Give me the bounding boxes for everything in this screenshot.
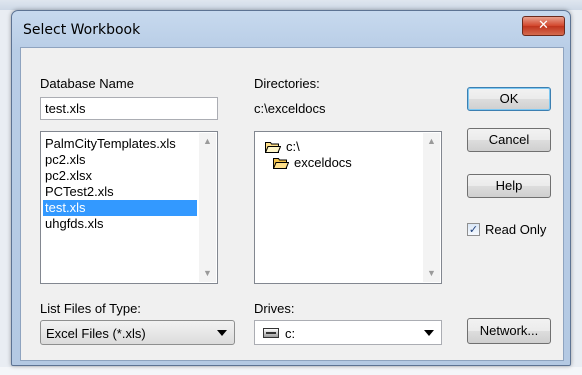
scroll-up-arrow-icon[interactable]: ▲ [199, 133, 216, 150]
open-folder-icon [273, 158, 289, 169]
database-name-input[interactable]: test.xls [40, 97, 218, 120]
network-button[interactable]: Network... [467, 318, 551, 344]
current-directory-path: c:\exceldocs [254, 101, 326, 116]
title-bar[interactable]: Select Workbook ✕ [12, 11, 570, 47]
chevron-down-icon [424, 330, 434, 336]
file-type-dropdown[interactable]: Excel Files (*.xls) [40, 320, 235, 345]
file-type-label: List Files of Type: [40, 301, 141, 316]
directory-tree[interactable]: c:\ exceldocs ▲ ▼ [254, 131, 442, 284]
close-button[interactable]: ✕ [522, 16, 565, 36]
directory-item-label: c:\ [286, 139, 300, 154]
close-icon: ✕ [538, 18, 549, 33]
file-list-items: PalmCityTemplates.xls pc2.xls pc2.xlsx PCTe… [43, 136, 197, 232]
file-type-value: Excel Files (*.xls) [46, 326, 146, 341]
open-folder-icon [265, 142, 281, 153]
file-list[interactable]: PalmCityTemplates.xls pc2.xls pc2.xlsx PCTe… [40, 131, 218, 284]
help-button[interactable]: Help [467, 174, 551, 198]
file-list-item[interactable]: pc2.xlsx [43, 168, 197, 184]
cancel-button[interactable]: Cancel [467, 128, 551, 152]
drives-label: Drives: [254, 301, 295, 316]
file-list-scrollbar[interactable]: ▲ ▼ [199, 133, 216, 282]
directories-label: Directories: [254, 76, 320, 91]
read-only-label: Read Only [485, 222, 547, 237]
ok-button[interactable]: OK [467, 87, 551, 111]
file-list-item[interactable]: uhgfds.xls [43, 216, 197, 232]
file-list-item[interactable]: test.xls [43, 200, 197, 216]
database-name-value: test.xls [45, 101, 86, 116]
scroll-up-arrow-icon[interactable]: ▲ [423, 133, 440, 150]
file-list-item[interactable]: pc2.xls [43, 152, 197, 168]
drive-icon [263, 328, 279, 338]
file-list-item[interactable]: PCTest2.xls [43, 184, 197, 200]
drives-dropdown[interactable]: c: [254, 320, 442, 345]
background-app-strip [0, 0, 582, 10]
read-only-checkbox[interactable]: ✓ Read Only [467, 222, 563, 238]
dialog-client-area: Database Name test.xls PalmCityTemplates… [20, 47, 564, 361]
scroll-down-arrow-icon[interactable]: ▼ [199, 265, 216, 282]
dialog-title: Select Workbook [23, 22, 141, 38]
database-name-label: Database Name [40, 76, 134, 91]
background-app-strip-bottom [0, 367, 582, 375]
directory-tree-scrollbar[interactable]: ▲ ▼ [423, 133, 440, 282]
scroll-down-arrow-icon[interactable]: ▼ [423, 265, 440, 282]
select-workbook-dialog: Select Workbook ✕ Database Name test.xls… [11, 10, 571, 366]
drive-value: c: [285, 326, 296, 341]
directory-item-label: exceldocs [294, 155, 352, 170]
checkbox-box[interactable]: ✓ [467, 223, 480, 236]
file-list-item[interactable]: PalmCityTemplates.xls [43, 136, 197, 152]
checkmark-icon: ✓ [468, 223, 479, 236]
chevron-down-icon [217, 330, 227, 336]
